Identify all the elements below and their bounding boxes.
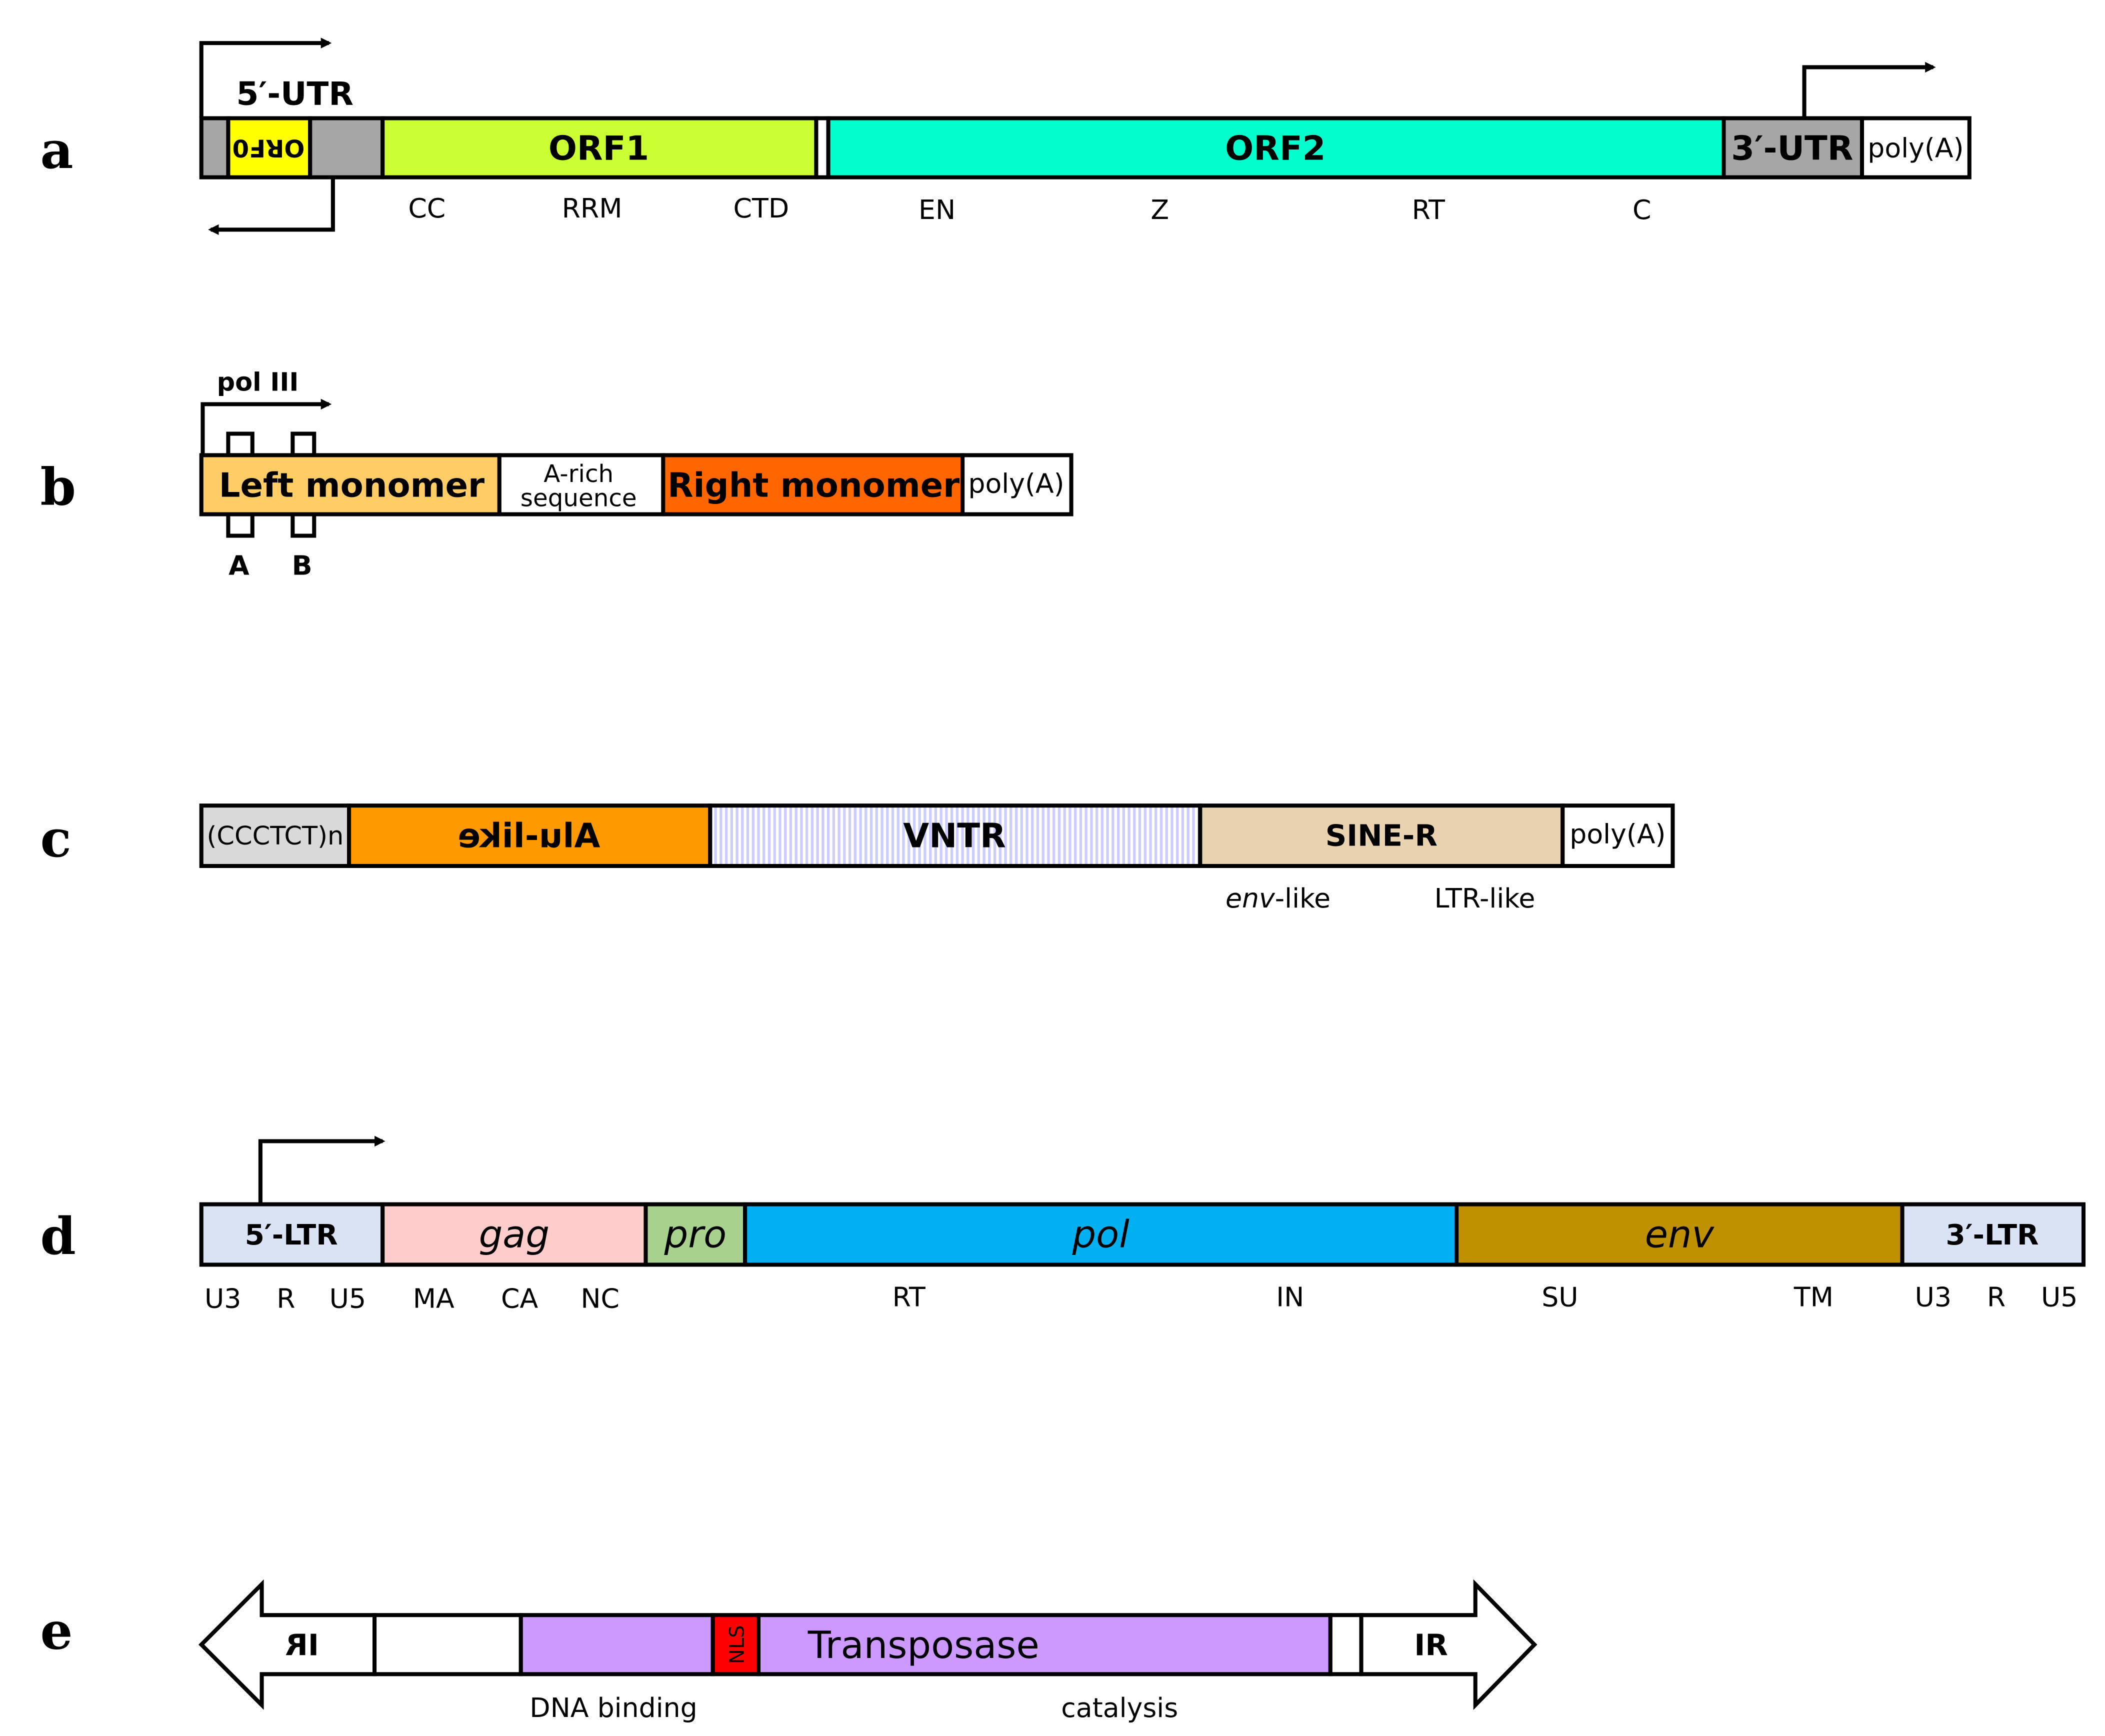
panel-e: e IR NLS Transposase IR DNA binding cata… [40,1579,1538,1724]
panel-letter-d: d [40,1206,76,1266]
utr5-segment [199,116,230,180]
pol-label: pol [1072,1212,1130,1256]
dna-binding-label: DNA binding [530,1692,697,1724]
left-ir-label: IR [285,1628,318,1662]
panel-letter-c: c [40,809,72,869]
panel-c: c (CCCTCT)n Alu-like VNTR SINE-R poly(A)… [40,804,1675,914]
box-b-bottom [290,512,316,538]
panel-letter-b: b [40,458,76,518]
sub-u3-3: U3 [1915,1282,1952,1313]
catalysis-label: catalysis [1061,1692,1178,1724]
domain-rt: RT [1412,194,1445,226]
domain-rrm: RRM [562,192,622,224]
sub-u5-5: U5 [330,1282,366,1314]
spacer-right [1328,1613,1364,1676]
pro-label: pro [664,1212,727,1256]
orf1-label: ORF1 [548,129,649,168]
sub-tm: TM [1794,1282,1834,1313]
domain-cc: CC [408,192,446,224]
nls-label: NLS [726,1625,748,1664]
panel-b: b pol III Left monomer A-rich sequence R… [40,368,1074,581]
ltr5-label: 5′-LTR [245,1219,338,1252]
sub-su: SU [1542,1282,1578,1313]
domain-c: C [1632,194,1652,226]
box-a-label: A [228,550,250,581]
box-b-top [290,432,316,458]
transposable-elements-diagram: a 5′-UTR ORF0 ORF1 ORF2 3′-UTR poly(A) C… [40,38,2086,1724]
ltr-promoter-arrow [258,1136,386,1204]
right-ir-label: IR [1414,1628,1448,1662]
box-b-label: B [292,550,312,581]
utr5-label: 5′-UTR [236,76,354,113]
panel-letter-e: e [40,1601,73,1661]
env-like-suffix: -like [1275,882,1330,914]
a-rich-label-2: sequence [520,484,637,512]
sub-r-5: R [276,1282,295,1314]
sub-nc: NC [580,1282,620,1314]
domain-ctd: CTD [734,192,790,224]
pol3-label: pol III [217,368,299,398]
sub-u5-3: U5 [2041,1282,2078,1313]
env-like-label: env-like [1226,882,1330,914]
polya-label-c: poly(A) [1570,818,1666,850]
ltr3-label: 3′-LTR [1946,1219,2038,1252]
env-like-italic: env [1226,882,1276,914]
vntr-label: VNTR [903,816,1006,855]
panel-letter-a: a [40,120,74,180]
orf0-label: ORF0 [232,134,305,162]
panel-d: d 5′-LTR gag pro pol env 3′-LTR U3 R U5 … [40,1136,2086,1314]
spacer-left [372,1613,523,1676]
gag-label: gag [479,1212,550,1256]
dna-binding-segment [518,1613,715,1676]
sub-in: IN [1276,1282,1304,1313]
promoter-arrow-antisense [208,177,335,236]
domain-en: EN [918,194,956,226]
alu-like-label: Alu-like [458,816,600,855]
box-a-bottom [226,512,254,538]
env-label: env [1645,1212,1715,1256]
transposase-label: Transposase [808,1623,1040,1667]
sub-rt: RT [892,1282,926,1313]
promoter-arrow-3utr [1802,62,1936,118]
utr3-label: 3′-UTR [1731,129,1853,168]
polya-label-b: poly(A) [968,468,1064,500]
box-a-top [226,432,254,458]
sub-u3-5: U3 [204,1282,241,1314]
sub-ca: CA [501,1282,538,1314]
orf2-label: ORF2 [1225,129,1326,168]
left-monomer-label: Left monomer [219,466,484,505]
hexamer-repeat-label: (CCCTCT)n [206,822,344,851]
utr5-segment-2 [308,116,385,180]
polya-label: poly(A) [1868,132,1964,164]
panel-a: a 5′-UTR ORF0 ORF1 ORF2 3′-UTR poly(A) C… [40,38,1972,236]
domain-z: Z [1150,194,1169,226]
sub-r-3: R [1987,1282,2006,1313]
sine-r-label: SINE-R [1326,818,1438,853]
ltr-like-label: LTR-like [1434,882,1536,914]
sub-ma: MA [413,1282,454,1314]
right-monomer-label: Right monomer [668,466,960,505]
